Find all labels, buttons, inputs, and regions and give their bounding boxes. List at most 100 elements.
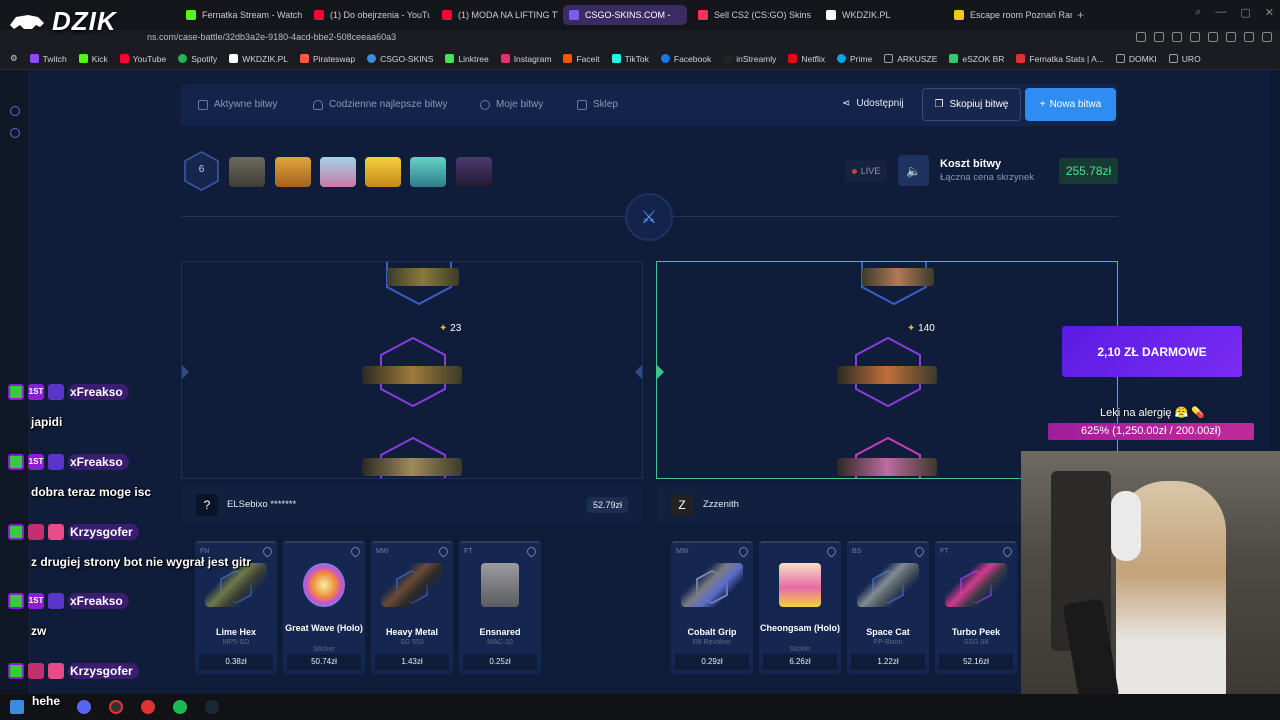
tab-wkdzik[interactable]: WKDZIK.PL xyxy=(820,5,942,25)
bookmark-spotify[interactable]: Spotify xyxy=(172,54,223,64)
nav-daily-best[interactable]: Codzienne najlepsze bitwy xyxy=(313,99,447,110)
case-4[interactable] xyxy=(365,157,401,187)
heart-icon[interactable] xyxy=(825,545,838,558)
swords-icon xyxy=(198,99,208,110)
copy-battle-label: Skopiuj bitwę xyxy=(949,99,1009,110)
kick-icon xyxy=(78,54,88,63)
player-name[interactable]: ELSebixo ******* xyxy=(227,499,296,510)
bookmark-kick[interactable]: Kick xyxy=(73,54,114,64)
sound-toggle-button[interactable]: 🔈 xyxy=(898,155,929,186)
profile-icon[interactable] xyxy=(1244,32,1254,42)
bookmark-wkdzik[interactable]: WKDZIK.PL xyxy=(223,54,294,64)
case-2[interactable] xyxy=(275,157,311,187)
new-battle-button[interactable]: + Nowa bitwa xyxy=(1025,88,1116,121)
bookmark-uro[interactable]: URO xyxy=(1163,54,1207,64)
heart-icon[interactable] xyxy=(913,545,926,558)
case-5[interactable] xyxy=(410,157,446,187)
steam-icon[interactable] xyxy=(205,700,219,714)
live-dot-icon xyxy=(851,168,857,174)
item-name: Cheongsam (Holo) xyxy=(760,623,840,633)
clock-icon[interactable] xyxy=(10,106,20,116)
close-icon[interactable]: ✕ xyxy=(1265,6,1274,19)
tab-escape-room[interactable]: Escape room Poznań Ran xyxy=(948,5,1072,25)
bookmark-instreamly[interactable]: inStreamly xyxy=(717,54,782,64)
avatar[interactable]: ? xyxy=(196,494,218,516)
gear-icon[interactable] xyxy=(10,128,20,138)
bookmark-icon[interactable] xyxy=(1136,32,1146,42)
url-text[interactable]: ns.com/case-battle/32db3a2e-9180-4acd-bb… xyxy=(147,32,396,42)
eszok-icon xyxy=(949,54,959,63)
bookmark-fernatka-stats[interactable]: Fernatka Stats | A... xyxy=(1010,54,1110,64)
item-card[interactable]: MW Heavy Metal SG 553 1.43zł xyxy=(371,541,453,674)
tab-youtube-watchlist[interactable]: (1) Do obejrzenia - YouTu xyxy=(308,5,430,25)
item-card[interactable]: Cheongsam (Holo) Sticker 6.26zł xyxy=(759,541,841,674)
item-name: Heavy Metal xyxy=(385,627,439,637)
minimize-icon[interactable]: — xyxy=(1215,6,1226,19)
bookmark-domki[interactable]: DOMKI xyxy=(1110,54,1163,64)
case-3[interactable] xyxy=(320,157,356,187)
nav-my-battles[interactable]: Moje bitwy xyxy=(480,99,543,110)
nav-active-battles[interactable]: Aktywne bitwy xyxy=(198,99,277,110)
download-icon[interactable] xyxy=(1226,32,1236,42)
bookmark-faceit[interactable]: Faceit xyxy=(557,54,605,64)
bookmark-youtube[interactable]: YouTube xyxy=(114,54,172,64)
bookmark-prime[interactable]: Prime xyxy=(831,54,878,64)
bookmarks-bar: ⚙ Twitch Kick YouTube Spotify WKDZIK.PL … xyxy=(0,48,1280,70)
copy-battle-button[interactable]: ❐ Skopiuj bitwę xyxy=(922,88,1021,121)
item-card[interactable]: Great Wave (Holo) Sticker 50.74zł xyxy=(283,541,365,674)
heart-icon[interactable] xyxy=(525,545,538,558)
spark-icon: ✦ xyxy=(907,323,916,334)
bookmark-twitch[interactable]: Twitch xyxy=(24,54,73,64)
item-card[interactable]: MW Cobalt Grip R8 Revolver 0.29zł xyxy=(671,541,753,674)
tab-youtube-moda[interactable]: (1) MODA NA LIFTING TW xyxy=(436,5,558,25)
share-button[interactable]: ⋖ Udostępnij xyxy=(842,98,904,109)
heart-badge-icon xyxy=(48,663,64,679)
spotify-icon[interactable] xyxy=(173,700,187,714)
windows-start-icon[interactable] xyxy=(10,700,24,714)
case-1[interactable] xyxy=(229,157,265,187)
bookmark-eszok[interactable]: eSZOK BR xyxy=(943,54,1010,64)
player-name[interactable]: Zzzenith xyxy=(703,499,739,510)
item-price: 0.38zł xyxy=(199,654,273,670)
webcam-feed xyxy=(1021,451,1280,720)
avatar[interactable]: Z xyxy=(671,494,693,516)
obs-icon[interactable] xyxy=(109,700,123,714)
play-icon[interactable] xyxy=(1190,32,1200,42)
spinner-panel-right: ✦ 140 xyxy=(656,261,1118,479)
new-tab-button[interactable]: + xyxy=(1077,8,1084,22)
tab-fernatka-stream[interactable]: Fernatka Stream - Watch xyxy=(180,5,302,25)
bookmark-netflix[interactable]: Netflix xyxy=(782,54,831,64)
bookmark-linktree[interactable]: Linktree xyxy=(439,54,494,64)
extension-icon[interactable] xyxy=(1172,32,1182,42)
heart-icon[interactable] xyxy=(437,545,450,558)
discord-icon[interactable] xyxy=(77,700,91,714)
address-bar[interactable]: ns.com/case-battle/32db3a2e-9180-4acd-bb… xyxy=(0,30,1280,48)
heart-icon[interactable] xyxy=(1208,32,1218,42)
bookmark-label: WKDZIK.PL xyxy=(242,53,288,64)
search-tabs-icon[interactable]: ⌕ xyxy=(1195,6,1201,19)
item-image xyxy=(681,563,743,607)
settings-icon[interactable]: ⚙ xyxy=(0,53,24,64)
item-card[interactable]: FT Turbo Peek SSG 08 52.16zł xyxy=(935,541,1017,674)
tab-sell-skins[interactable]: Sell CS2 (CS:GO) Skins xyxy=(692,5,814,25)
bookmark-tiktok[interactable]: TikTok xyxy=(606,54,655,64)
heart-icon[interactable] xyxy=(349,545,362,558)
screenshot-icon[interactable] xyxy=(1154,32,1164,42)
bookmark-arkusze[interactable]: ARKUSZE xyxy=(878,54,943,64)
case-6[interactable] xyxy=(456,157,492,187)
heart-icon[interactable] xyxy=(737,545,750,558)
maximize-icon[interactable]: ▢ xyxy=(1240,6,1250,19)
heart-icon[interactable] xyxy=(1001,545,1014,558)
bookmark-instagram[interactable]: Instagram xyxy=(495,54,558,64)
tab-csgo-skins[interactable]: CSGO-SKINS.COM - xyxy=(563,5,687,25)
opera-icon[interactable] xyxy=(141,700,155,714)
free-balance-promo-button[interactable]: 2,10 ZŁ DARMOWE xyxy=(1062,326,1242,377)
bookmark-csgo-skins[interactable]: CSGO-SKINS xyxy=(361,54,439,64)
bookmark-facebook[interactable]: Facebook xyxy=(655,54,717,64)
menu-icon[interactable] xyxy=(1262,32,1272,42)
nav-shop[interactable]: Sklep xyxy=(577,99,618,110)
item-card[interactable]: FT Ensnared MAC-10 0.25zł xyxy=(459,541,541,674)
bookmark-pirateswap[interactable]: Pirateswap xyxy=(294,54,361,64)
heart-icon[interactable] xyxy=(261,545,274,558)
item-card[interactable]: BS Space Cat PP-Bizon 1.22zł xyxy=(847,541,929,674)
